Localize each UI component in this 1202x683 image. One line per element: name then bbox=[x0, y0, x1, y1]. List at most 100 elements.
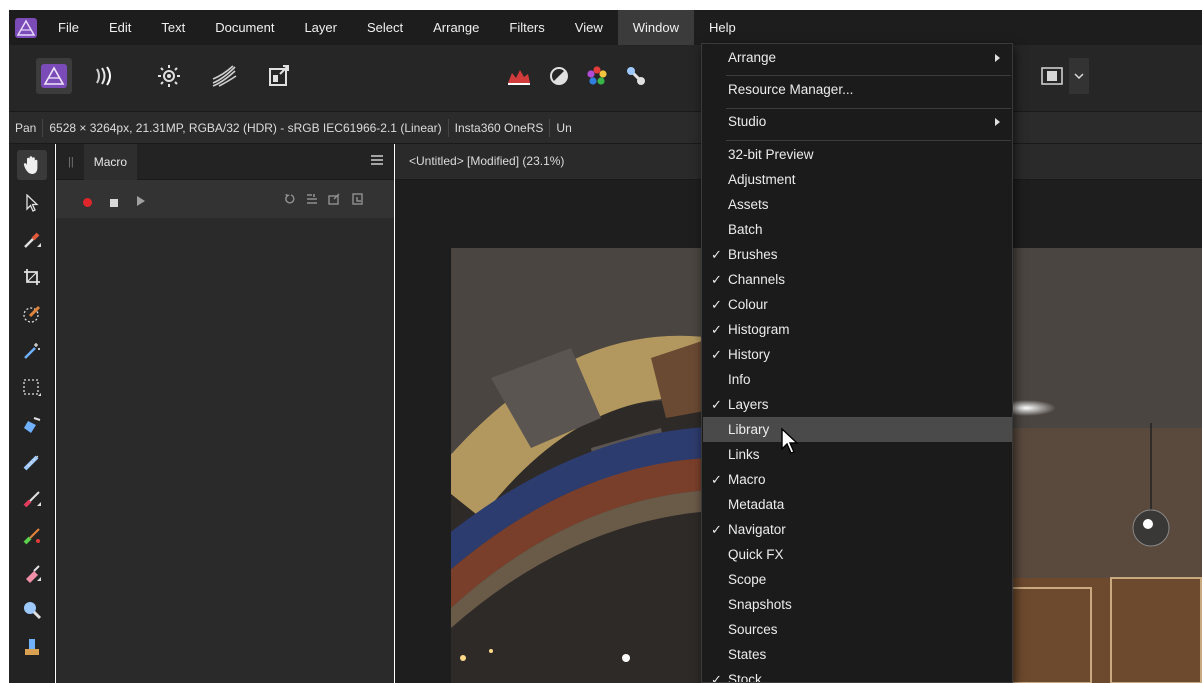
photo-persona-icon[interactable] bbox=[36, 58, 72, 94]
colour-picker-tool-icon[interactable] bbox=[17, 225, 47, 255]
quick-mask-dropdown-chevron-icon[interactable] bbox=[1069, 58, 1089, 94]
menu-view[interactable]: View bbox=[560, 10, 618, 45]
menu-item-label: States bbox=[728, 647, 767, 662]
import-macro-icon[interactable] bbox=[352, 193, 364, 208]
window-menu-item-history[interactable]: ✓ History bbox=[703, 342, 1012, 367]
window-menu-item-arrange[interactable]: Arrange bbox=[703, 45, 1012, 70]
erase-brush-tool-icon[interactable] bbox=[17, 558, 47, 588]
window-menu-item-channels[interactable]: ✓ Channels bbox=[703, 267, 1012, 292]
menu-item-label: Studio bbox=[728, 114, 767, 129]
menu-help[interactable]: Help bbox=[694, 10, 751, 45]
menu-item-label: 32-bit Preview bbox=[728, 147, 814, 162]
menu-item-label: Batch bbox=[728, 222, 763, 237]
window-menu-item-resource-manager[interactable]: Resource Manager... bbox=[703, 77, 1012, 102]
menu-item-label: Quick FX bbox=[728, 547, 784, 562]
panel-menu-icon[interactable] bbox=[370, 153, 384, 167]
checkmark-icon: ✓ bbox=[711, 272, 722, 287]
window-menu-item-navigator[interactable]: ✓ Navigator bbox=[703, 517, 1012, 542]
menu-item-label: Arrange bbox=[728, 50, 777, 65]
window-menu-item-states[interactable]: States bbox=[703, 642, 1012, 667]
menu-text[interactable]: Text bbox=[146, 10, 200, 45]
window-menu-item-batch[interactable]: Batch bbox=[703, 217, 1012, 242]
export-macro-icon[interactable] bbox=[328, 193, 340, 208]
menu-item-label: Info bbox=[728, 372, 751, 387]
truncated-info-text: Un bbox=[556, 120, 572, 135]
window-menu-item-snapshots[interactable]: Snapshots bbox=[703, 592, 1012, 617]
window-menu-item-layers[interactable]: ✓ Layers bbox=[703, 392, 1012, 417]
menu-window[interactable]: Window bbox=[617, 10, 694, 45]
panel-tab-macro[interactable]: Macro bbox=[83, 143, 138, 180]
liquify-persona-icon[interactable] bbox=[88, 58, 124, 94]
menu-filters[interactable]: Filters bbox=[494, 10, 559, 45]
window-menu-item-macro[interactable]: ✓ Macro bbox=[703, 467, 1012, 492]
hand-tool-icon[interactable] bbox=[17, 150, 47, 180]
checkmark-icon: ✓ bbox=[711, 522, 722, 537]
menu-separator bbox=[726, 75, 1011, 76]
paint-brush-tool-icon[interactable] bbox=[17, 484, 47, 514]
menu-document[interactable]: Document bbox=[200, 10, 289, 45]
stop-button[interactable] bbox=[110, 195, 118, 210]
develop-persona-icon[interactable] bbox=[151, 58, 187, 94]
selection-brush-tool-icon[interactable] bbox=[17, 299, 47, 329]
quick-mask-icon[interactable] bbox=[1037, 58, 1067, 94]
marquee-tool-icon[interactable] bbox=[17, 373, 47, 403]
flood-select-tool-icon[interactable] bbox=[17, 336, 47, 366]
menu-item-label: Colour bbox=[728, 297, 768, 312]
panel-header: || Macro bbox=[56, 143, 394, 180]
tools-panel bbox=[9, 144, 55, 683]
menu-arrange[interactable]: Arrange bbox=[418, 10, 494, 45]
window-menu-item-studio[interactable]: Studio bbox=[703, 109, 1012, 134]
window-menu-item-colour[interactable]: ✓ Colour bbox=[703, 292, 1012, 317]
undo-icon[interactable] bbox=[284, 193, 296, 208]
window-menu-item-histogram[interactable]: ✓ Histogram bbox=[703, 317, 1012, 342]
menu-item-label: Layers bbox=[728, 397, 769, 412]
menu-item-label: Library bbox=[728, 422, 770, 437]
macro-library-icon[interactable] bbox=[306, 193, 318, 208]
checkmark-icon: ✓ bbox=[711, 247, 722, 262]
window-menu-item-links[interactable]: Links bbox=[703, 442, 1012, 467]
auto-colour-icon[interactable] bbox=[579, 58, 615, 94]
affinity-photo-logo-icon[interactable] bbox=[9, 10, 43, 45]
auto-contrast-icon[interactable] bbox=[541, 58, 577, 94]
checkmark-icon: ✓ bbox=[711, 347, 722, 362]
window-menu-item-sources[interactable]: Sources bbox=[703, 617, 1012, 642]
checkmark-icon: ✓ bbox=[711, 322, 722, 337]
window-menu-item-stock[interactable]: ✓ Stock bbox=[703, 667, 1012, 683]
histogram-icon[interactable] bbox=[501, 58, 537, 94]
tone-mapping-persona-icon[interactable] bbox=[206, 58, 242, 94]
menu-edit[interactable]: Edit bbox=[94, 10, 146, 45]
window-menu-item-metadata[interactable]: Metadata bbox=[703, 492, 1012, 517]
panel-grip-icon[interactable]: || bbox=[68, 156, 74, 168]
window-menu-item-32-bit-preview[interactable]: 32-bit Preview bbox=[703, 142, 1012, 167]
menu-item-label: Links bbox=[728, 447, 760, 462]
inpainting-brush-tool-icon[interactable] bbox=[17, 447, 47, 477]
window-menu-item-scope[interactable]: Scope bbox=[703, 567, 1012, 592]
crop-tool-icon[interactable] bbox=[17, 262, 47, 292]
submenu-arrow-icon bbox=[995, 54, 1000, 62]
blur-brush-tool-icon[interactable] bbox=[17, 595, 47, 625]
current-tool-label: Pan bbox=[15, 120, 37, 135]
auto-white-balance-icon[interactable] bbox=[618, 58, 654, 94]
export-persona-icon[interactable] bbox=[261, 58, 297, 94]
window-menu-item-assets[interactable]: Assets bbox=[703, 192, 1012, 217]
checkmark-icon: ✓ bbox=[711, 672, 722, 683]
flood-fill-tool-icon[interactable] bbox=[17, 410, 47, 440]
play-button[interactable] bbox=[137, 194, 145, 209]
window-menu-item-quick-fx[interactable]: Quick FX bbox=[703, 542, 1012, 567]
menu-item-label: Stock bbox=[728, 672, 762, 683]
record-button[interactable] bbox=[83, 195, 92, 210]
checkmark-icon: ✓ bbox=[711, 397, 722, 412]
move-tool-icon[interactable] bbox=[17, 188, 47, 218]
window-menu-item-adjustment[interactable]: Adjustment bbox=[703, 167, 1012, 192]
document-info-text: 6528 × 3264px, 21.31MP, RGBA/32 (HDR) - … bbox=[49, 120, 442, 135]
menu-select[interactable]: Select bbox=[352, 10, 418, 45]
menu-item-label: Brushes bbox=[728, 247, 778, 262]
window-menu-item-library[interactable]: Library bbox=[703, 417, 1012, 442]
camera-info-text: Insta360 OneRS bbox=[454, 120, 544, 135]
menu-layer[interactable]: Layer bbox=[289, 10, 352, 45]
window-menu-item-brushes[interactable]: ✓ Brushes bbox=[703, 242, 1012, 267]
window-menu-item-info[interactable]: Info bbox=[703, 367, 1012, 392]
menu-file[interactable]: File bbox=[43, 10, 94, 45]
dodge-brush-tool-icon[interactable] bbox=[17, 632, 47, 662]
colour-replacement-brush-tool-icon[interactable] bbox=[17, 521, 47, 551]
